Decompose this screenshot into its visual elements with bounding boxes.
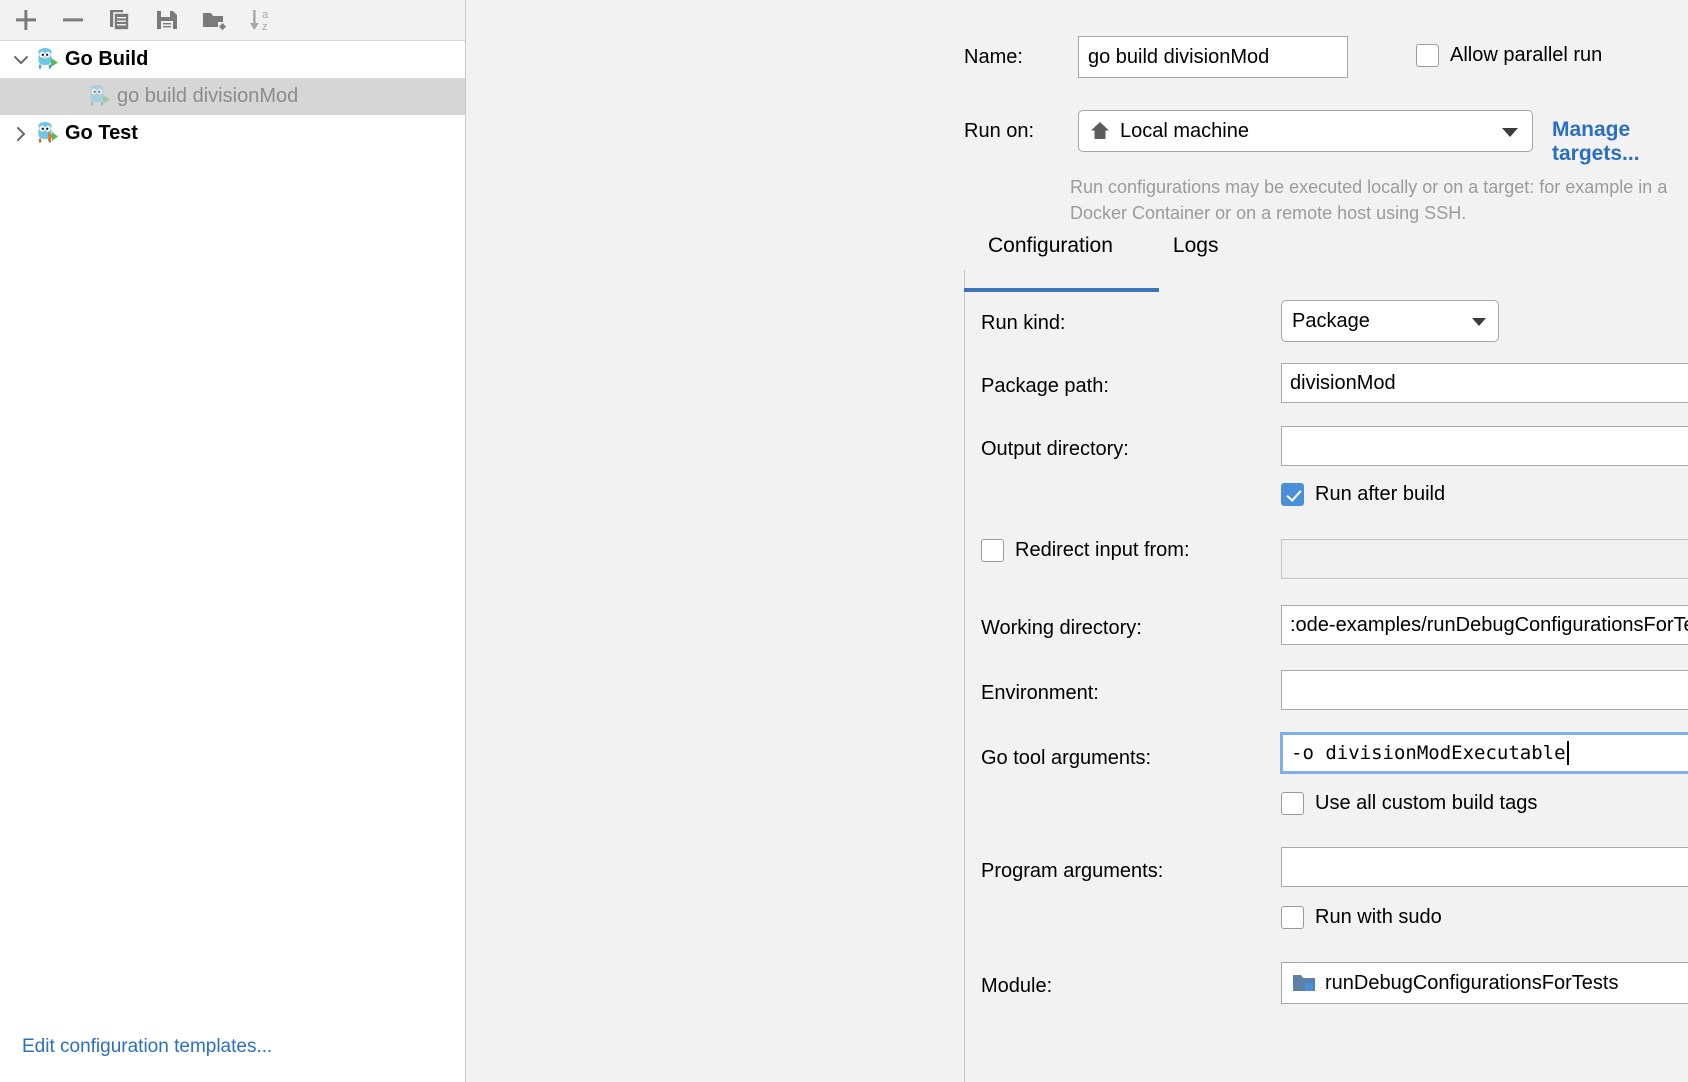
tree-item-go-build[interactable]: Go Build [0, 41, 465, 78]
tree-item-go-build-divisionmod[interactable]: go build divisionMod [0, 78, 465, 115]
working-directory-input[interactable]: :ode-examples/runDebugConfigurationsForT… [1281, 605, 1688, 645]
run-on-row: Run on: Local machine [964, 110, 1533, 152]
run-on-hint-text: Run configurations may be executed local… [1070, 174, 1688, 226]
save-icon[interactable] [151, 4, 183, 36]
working-directory-label: Working directory: [981, 617, 1142, 640]
name-input[interactable]: go build divisionMod [1078, 36, 1348, 78]
tree-item-label: Go Test [65, 122, 138, 145]
output-directory-input[interactable] [1281, 426, 1688, 466]
program-arguments-label: Program arguments: [981, 860, 1163, 883]
configuration-editor-panel: Name: go build divisionMod Allow paralle… [466, 0, 1688, 1082]
chevron-down-icon[interactable] [1502, 128, 1518, 137]
redirect-input-checkbox-row[interactable]: Redirect input from: [981, 539, 1190, 562]
go-tool-arguments-input[interactable]: -o divisionModExecutable [1281, 733, 1688, 773]
run-after-build-checkbox[interactable] [1281, 483, 1304, 506]
run-debug-configurations-dialog: a z [0, 0, 1688, 1082]
environment-input[interactable] [1281, 670, 1688, 710]
module-value: runDebugConfigurationsForTests [1325, 972, 1619, 995]
environment-label: Environment: [981, 682, 1099, 705]
go-tool-arguments-value: -o divisionModExecutable [1291, 742, 1566, 764]
minus-icon[interactable] [57, 4, 89, 36]
configuration-tab-content: Run kind: Package Package path: division… [964, 270, 1688, 1082]
package-path-input[interactable]: divisionMod [1281, 363, 1688, 403]
run-on-dropdown[interactable]: Local machine [1078, 110, 1533, 152]
run-with-sudo-label: Run with sudo [1315, 906, 1442, 929]
go-tool-arguments-label: Go tool arguments: [981, 747, 1151, 770]
tab-logs[interactable]: Logs [1143, 228, 1249, 270]
configurations-tree: Go Build go b [0, 41, 465, 152]
tab-configuration[interactable]: Configuration [964, 228, 1143, 270]
editor-tabs: Configuration Logs [964, 228, 1248, 270]
name-row: Name: go build divisionMod [964, 36, 1348, 78]
run-with-sudo-checkbox-row[interactable]: Run with sudo [1281, 906, 1442, 929]
manage-targets-link[interactable]: Manage targets... [1552, 118, 1688, 166]
run-kind-value: Package [1292, 310, 1370, 333]
chevron-right-icon[interactable] [8, 115, 34, 152]
output-directory-label: Output directory: [981, 438, 1129, 461]
module-dropdown[interactable]: runDebugConfigurationsForTests [1281, 962, 1688, 1004]
plus-icon[interactable] [10, 4, 42, 36]
allow-parallel-run-checkbox[interactable] [1416, 44, 1439, 67]
edit-configuration-templates-link[interactable]: Edit configuration templates... [22, 1036, 272, 1058]
run-on-value: Local machine [1120, 120, 1249, 143]
configurations-toolbar: a z [0, 0, 465, 41]
use-all-custom-build-tags-checkbox-row[interactable]: Use all custom build tags [1281, 792, 1537, 815]
chevron-down-icon[interactable] [1472, 318, 1486, 326]
allow-parallel-run-label: Allow parallel run [1450, 44, 1602, 67]
tree-item-label: Go Build [65, 48, 148, 71]
go-build-config-icon [86, 84, 112, 110]
sort-alpha-icon[interactable]: a z [245, 4, 277, 36]
tree-item-go-test[interactable]: Go Test [0, 115, 465, 152]
use-all-custom-build-tags-checkbox[interactable] [1281, 792, 1304, 815]
use-all-custom-build-tags-label: Use all custom build tags [1315, 792, 1537, 815]
new-folder-icon[interactable] [198, 4, 230, 36]
run-kind-label: Run kind: [981, 312, 1066, 335]
package-path-label: Package path: [981, 375, 1109, 398]
run-after-build-label: Run after build [1315, 483, 1445, 506]
redirect-input-label: Redirect input from: [1015, 539, 1190, 562]
svg-text:z: z [262, 21, 268, 33]
tree-item-label: go build divisionMod [117, 85, 298, 108]
run-after-build-checkbox-row[interactable]: Run after build [1281, 483, 1445, 506]
home-icon [1089, 120, 1111, 142]
redirect-input-field [1281, 539, 1688, 579]
redirect-input-checkbox[interactable] [981, 539, 1004, 562]
allow-parallel-run-checkbox-row[interactable]: Allow parallel run [1416, 44, 1602, 67]
name-label: Name: [964, 46, 1078, 69]
copy-icon[interactable] [104, 4, 136, 36]
configurations-list-panel: a z [0, 0, 466, 1082]
active-tab-indicator [964, 288, 1159, 292]
go-test-icon [34, 121, 60, 147]
run-with-sudo-checkbox[interactable] [1281, 906, 1304, 929]
run-on-label: Run on: [964, 120, 1078, 143]
go-build-icon [34, 47, 60, 73]
program-arguments-input[interactable] [1281, 847, 1688, 887]
module-label: Module: [981, 975, 1052, 998]
text-caret [1567, 741, 1569, 765]
module-icon [1292, 972, 1316, 994]
run-kind-dropdown[interactable]: Package [1281, 300, 1499, 342]
chevron-down-icon[interactable] [8, 41, 34, 78]
svg-text:a: a [262, 9, 269, 21]
